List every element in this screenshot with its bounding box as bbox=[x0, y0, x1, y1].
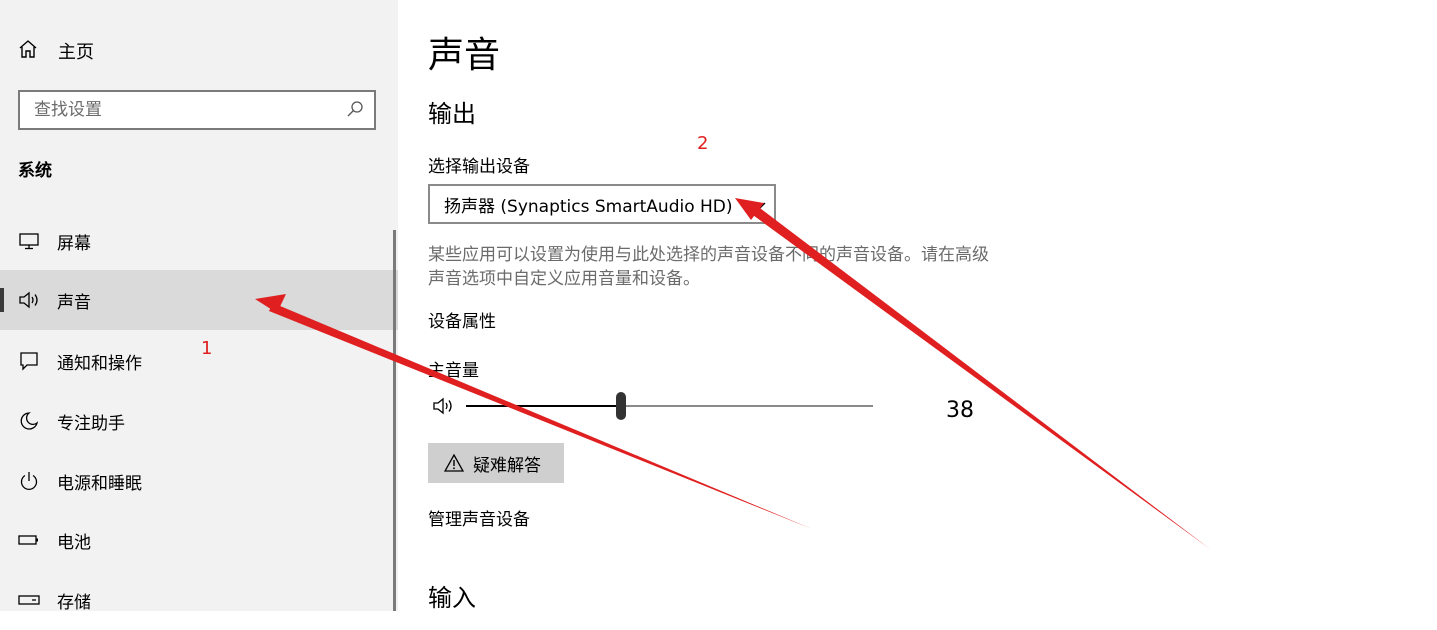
sidebar-item-battery[interactable]: 电池 bbox=[0, 510, 398, 570]
annotation-label-1: 1 bbox=[201, 338, 213, 359]
sidebar-item-notifications[interactable]: 通知和操作 bbox=[0, 331, 398, 391]
chevron-down-icon bbox=[752, 196, 766, 216]
volume-icon[interactable] bbox=[432, 396, 456, 420]
moon-icon bbox=[18, 411, 40, 431]
input-heading: 输入 bbox=[428, 584, 476, 612]
storage-icon bbox=[18, 593, 40, 607]
notification-icon bbox=[18, 351, 40, 371]
output-device-value: 扬声器 (Synaptics SmartAudio HD) bbox=[444, 196, 733, 217]
device-properties-link[interactable]: 设备属性 bbox=[428, 307, 496, 332]
master-volume-label: 主音量 bbox=[428, 361, 479, 381]
sidebar-item-label: 专注助手 bbox=[57, 413, 125, 434]
sidebar-item-label: 声音 bbox=[57, 292, 91, 313]
search-box[interactable] bbox=[18, 90, 376, 130]
sidebar-item-label: 电源和睡眠 bbox=[57, 473, 142, 494]
volume-slider[interactable] bbox=[466, 392, 873, 420]
annotation-label-2: 2 bbox=[697, 133, 709, 154]
home-label: 主页 bbox=[58, 42, 94, 63]
sidebar-item-power-sleep[interactable]: 电源和睡眠 bbox=[0, 451, 398, 511]
sidebar-item-display[interactable]: 屏幕 bbox=[0, 211, 398, 271]
search-input[interactable] bbox=[20, 100, 344, 120]
volume-value: 38 bbox=[946, 398, 974, 423]
sidebar-item-storage[interactable]: 存储 bbox=[0, 570, 398, 630]
sidebar-scrollbar[interactable] bbox=[393, 230, 396, 611]
output-description: 某些应用可以设置为使用与此处选择的声音设备不同的声音设备。请在高级声音选项中自定… bbox=[428, 245, 989, 289]
page-title: 声音 bbox=[428, 35, 501, 76]
section-title: 系统 bbox=[18, 161, 52, 181]
warning-icon bbox=[444, 454, 464, 472]
speaker-icon bbox=[18, 291, 40, 309]
output-heading: 输出 bbox=[428, 100, 476, 128]
sidebar-item-label: 存储 bbox=[57, 592, 91, 613]
volume-slider-fill bbox=[466, 405, 621, 407]
select-output-label: 选择输出设备 bbox=[428, 157, 530, 177]
monitor-icon bbox=[18, 232, 40, 250]
battery-icon bbox=[18, 533, 40, 547]
sidebar-item-label: 通知和操作 bbox=[57, 353, 142, 374]
sidebar: 主页 系统 屏幕 声音 通知和操作 专注助手 电源和睡眠 bbox=[0, 0, 398, 613]
search-icon[interactable] bbox=[346, 100, 364, 122]
manage-sound-devices-link[interactable]: 管理声音设备 bbox=[428, 505, 530, 530]
sidebar-item-focus-assist[interactable]: 专注助手 bbox=[0, 391, 398, 451]
power-icon bbox=[18, 471, 40, 491]
troubleshoot-label: 疑难解答 bbox=[473, 455, 541, 476]
output-device-dropdown[interactable]: 扬声器 (Synaptics SmartAudio HD) bbox=[428, 184, 776, 224]
home-icon bbox=[18, 39, 38, 64]
home-link[interactable]: 主页 bbox=[18, 38, 94, 64]
sidebar-item-sound[interactable]: 声音 bbox=[0, 270, 398, 330]
troubleshoot-button[interactable]: 疑难解答 bbox=[428, 443, 564, 483]
volume-slider-thumb[interactable] bbox=[616, 392, 626, 420]
sidebar-item-label: 电池 bbox=[57, 532, 91, 553]
sidebar-item-label: 屏幕 bbox=[57, 233, 91, 254]
